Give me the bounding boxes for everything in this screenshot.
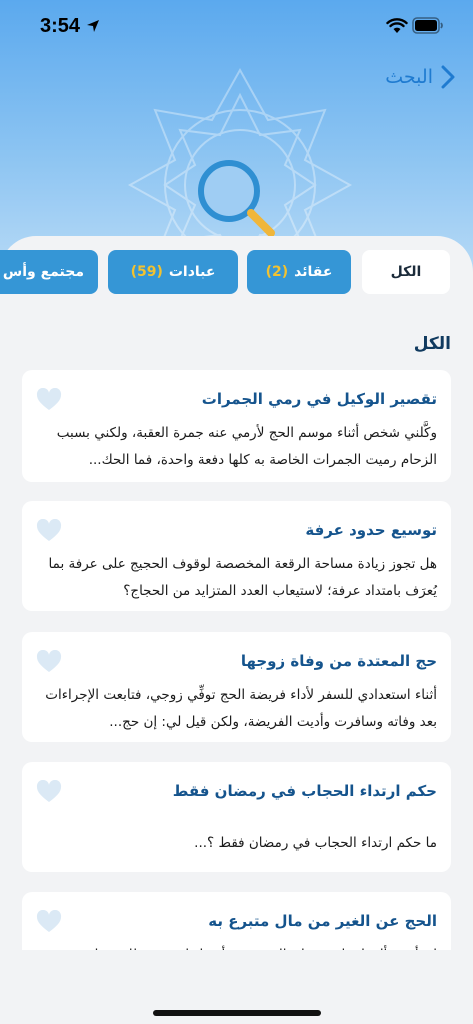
result-card[interactable]: الحج عن الغير من مال متبرع به امرأة تسأل… [22,892,451,950]
tab-worship[interactable]: عبادات (59) [108,250,238,294]
tab-count: (59) [130,264,163,280]
result-title: الحج عن الغير من مال متبرع به [208,912,437,930]
wifi-icon [386,18,408,33]
tab-label: الكل [390,264,422,280]
result-card[interactable]: تقصير الوكيل في رمي الجمرات وكَّلني شخص … [22,370,451,482]
tab-label: مجتمع وأس [2,264,84,280]
back-button[interactable]: البحث [385,62,455,92]
location-arrow-icon [87,20,99,32]
result-card[interactable]: حكم ارتداء الحجاب في رمضان فقط ما حكم ار… [22,762,451,872]
result-title: تقصير الوكيل في رمي الجمرات [201,390,437,408]
tab-label: عقائد [294,264,333,280]
chevron-right-icon [441,65,455,89]
heart-icon[interactable] [36,519,62,543]
heart-icon[interactable] [36,780,62,804]
tab-society[interactable]: مجتمع وأس [0,250,98,294]
tab-count: (2) [265,264,289,280]
status-time: 3:54 [40,15,81,37]
result-title: توسيع حدود عرفة [305,521,437,539]
back-label: البحث [385,66,433,88]
results-list: تقصير الوكيل في رمي الجمرات وكَّلني شخص … [0,370,473,950]
category-tabs: الكل عقائد (2) عبادات (59) مجتمع وأس [0,250,473,296]
result-snippet: وكَّلني شخص أثناء موسم الحج لأرمي عنه جم… [56,425,437,468]
result-snippet: ما حكم ارتداء الحجاب في رمضان فقط ؟... [194,835,437,851]
home-indicator[interactable] [153,1010,321,1016]
heart-icon[interactable] [36,650,62,674]
status-bar: 3:54 [0,0,473,54]
result-title: حج المعتدة من وفاة زوجها [240,652,437,670]
heart-icon[interactable] [36,388,62,412]
magnifier-icon [198,160,275,237]
heart-icon[interactable] [36,910,62,934]
tab-all[interactable]: الكل [362,250,450,294]
result-card[interactable]: توسيع حدود عرفة هل تجوز زيادة مساحة الرق… [22,501,451,611]
result-snippet: أثناء استعدادي للسفر لأداء فريضة الحج تو… [45,687,437,730]
battery-icon [412,17,443,34]
result-card[interactable]: حج المعتدة من وفاة زوجها أثناء استعدادي … [22,632,451,742]
result-snippet: هل تجوز زيادة مساحة الرقعة المخصصة لوقوف… [48,556,437,599]
result-title: حكم ارتداء الحجاب في رمضان فقط [172,782,437,800]
tab-label: عبادات [168,264,216,280]
result-snippet: امرأة تسأل: لي ابن يعمل بالسعودية وأرسل … [42,942,437,950]
tab-beliefs[interactable]: عقائد (2) [247,250,351,294]
section-title: الكل [413,334,451,354]
